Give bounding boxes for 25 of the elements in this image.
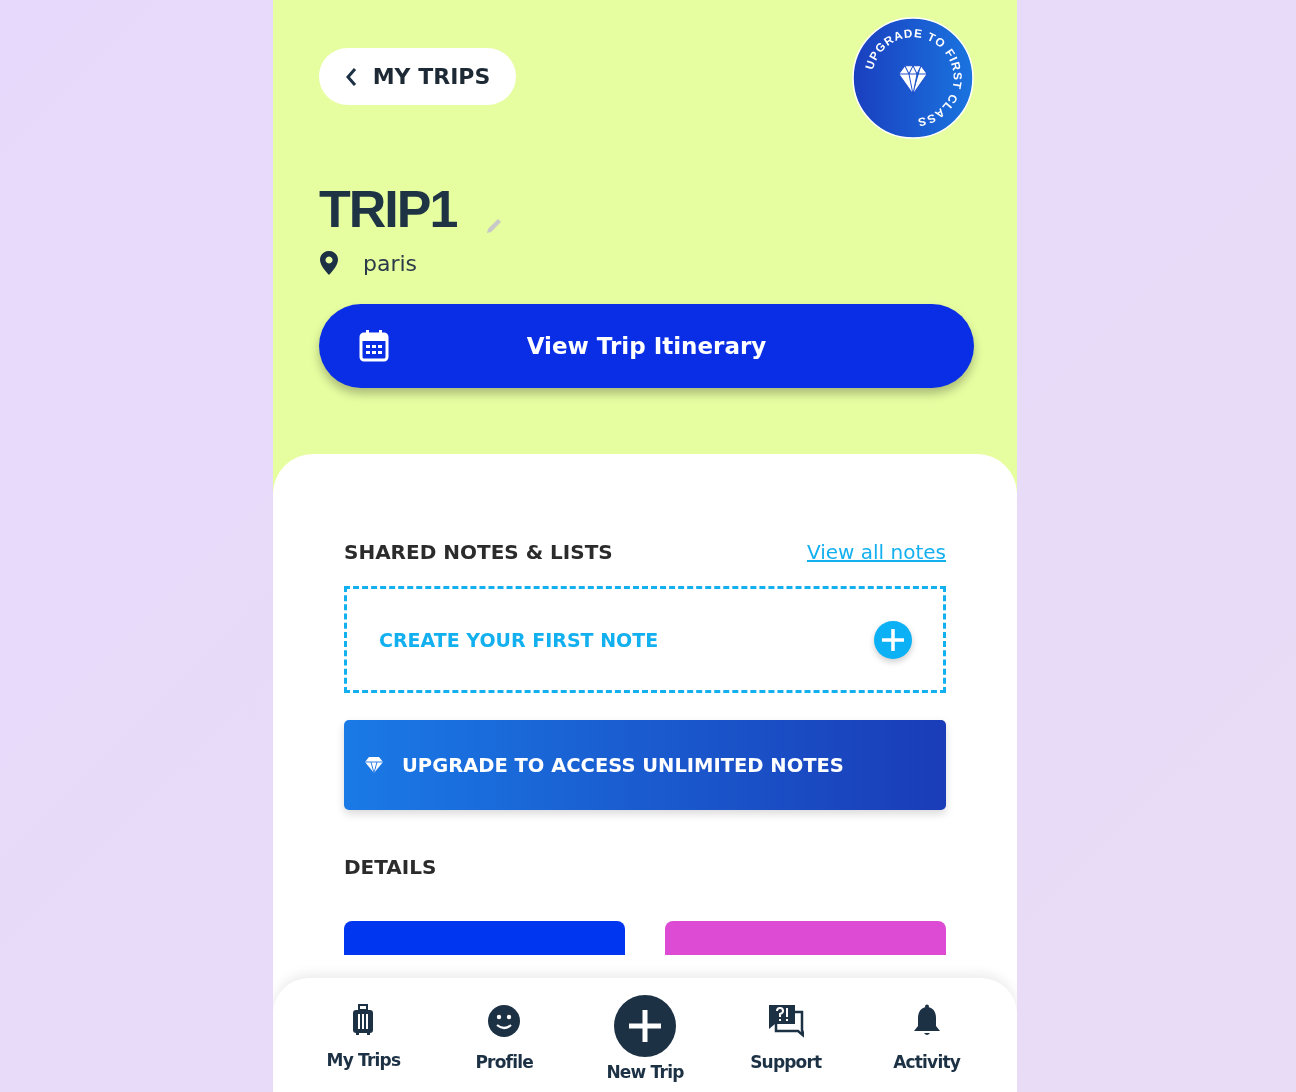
nav-item[interactable]: New Trip <box>585 994 705 1082</box>
nav-item[interactable]: Activity <box>866 994 987 1072</box>
itinerary-button[interactable]: View Trip Itinerary <box>319 304 974 389</box>
nav-item[interactable]: My Trips <box>303 994 424 1070</box>
bell-icon <box>911 1004 942 1038</box>
detail-card[interactable] <box>665 921 946 955</box>
add-icon <box>613 994 677 1058</box>
back-chevron-icon <box>344 66 357 87</box>
calendar-icon <box>359 330 389 363</box>
smiley-icon <box>487 1004 522 1038</box>
chat-bubbles-icon <box>767 1004 804 1038</box>
back-button[interactable]: MY TRIPS <box>319 48 516 105</box>
location-pin-icon <box>319 250 339 277</box>
section-heading: DETAILS <box>344 855 438 879</box>
detail-card[interactable] <box>344 921 625 955</box>
trip-title: TRIP1 <box>319 181 458 239</box>
nav-item[interactable]: Support <box>725 994 846 1072</box>
section-heading: SHARED NOTES & LISTS <box>344 540 613 564</box>
location-text: paris <box>363 250 418 276</box>
suitcase-icon <box>351 1004 376 1036</box>
add-icon[interactable] <box>873 619 913 660</box>
upgrade-notes-button[interactable]: UPGRADE TO ACCESS UNLIMITED NOTES <box>344 720 946 810</box>
create-note-text: CREATE YOUR FIRST NOTE <box>379 628 659 651</box>
nav-item[interactable]: Profile <box>444 994 565 1072</box>
diamond-icon <box>364 756 384 774</box>
